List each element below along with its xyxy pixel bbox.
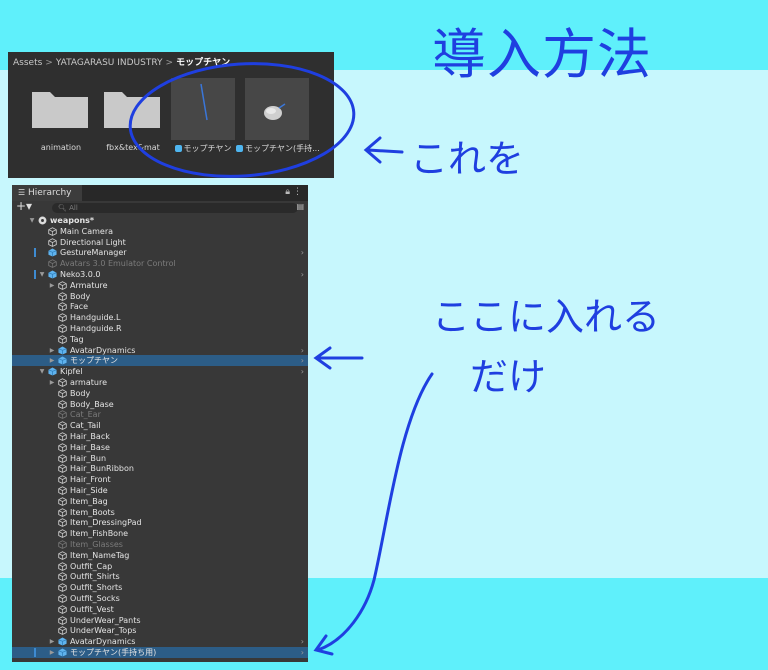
annotation-ink-layer	[128, 62, 434, 656]
arrow-to-bottom-row-icon	[313, 372, 434, 656]
arrow-to-assets-icon	[363, 136, 404, 164]
arrow-to-row-icon	[313, 346, 364, 370]
highlight-circle	[128, 62, 356, 178]
